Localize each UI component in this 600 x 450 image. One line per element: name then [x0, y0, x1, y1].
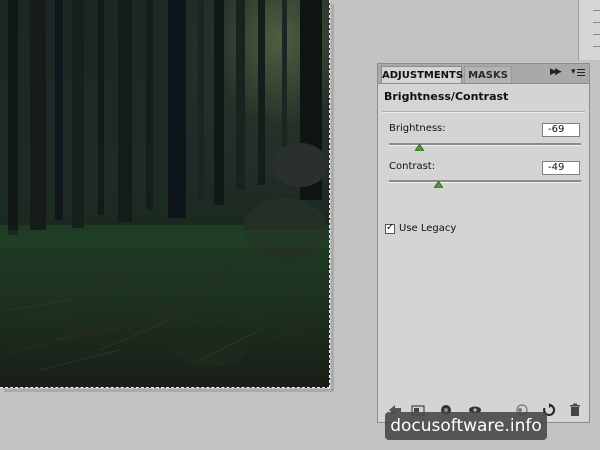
selection-marquee-bottom	[0, 387, 330, 388]
title-divider	[382, 111, 585, 113]
contrast-slider-thumb[interactable]	[434, 181, 443, 188]
tab-masks[interactable]: MASKS	[464, 66, 512, 83]
brightness-slider-thumb[interactable]	[415, 144, 424, 151]
checkmark-icon: ✓	[386, 222, 395, 233]
panel-tab-bar: ADJUSTMENTS MASKS ▶▶ ▾	[378, 64, 589, 84]
strip-tick	[593, 46, 600, 47]
trash-icon[interactable]	[568, 403, 582, 417]
strip-tick	[593, 10, 600, 11]
brightness-value-field[interactable]: -69	[542, 123, 580, 137]
menu-line	[577, 69, 585, 70]
canvas-shadow-right	[331, 4, 334, 390]
workspace-right-strip[interactable]	[578, 0, 600, 60]
canvas-shadow-bottom	[4, 389, 334, 392]
strip-tick	[593, 22, 600, 23]
tab-adjustments[interactable]: ADJUSTMENTS	[381, 66, 463, 83]
watermark-label: docusoftware.info	[385, 412, 547, 440]
contrast-value-field[interactable]: -49	[542, 161, 580, 175]
selection-marquee-right	[329, 0, 330, 388]
strip-tick	[593, 34, 600, 35]
document-canvas[interactable]	[0, 0, 330, 388]
menu-line	[577, 75, 585, 76]
panel-title: Brightness/Contrast	[384, 90, 509, 103]
brightness-label: Brightness:	[389, 123, 446, 134]
contrast-label: Contrast:	[389, 161, 436, 172]
panel-menu-icon[interactable]: ▾	[571, 67, 587, 79]
use-legacy-checkbox[interactable]: ✓	[385, 222, 395, 234]
expand-panel-icon[interactable]: ▶▶	[550, 67, 562, 77]
forest-image	[0, 0, 330, 388]
use-legacy-label: Use Legacy	[399, 223, 457, 234]
menu-line	[577, 72, 585, 73]
adjustments-panel: ADJUSTMENTS MASKS ▶▶ ▾ Brightness/Contra…	[377, 63, 590, 423]
contrast-slider-track[interactable]	[389, 180, 581, 183]
